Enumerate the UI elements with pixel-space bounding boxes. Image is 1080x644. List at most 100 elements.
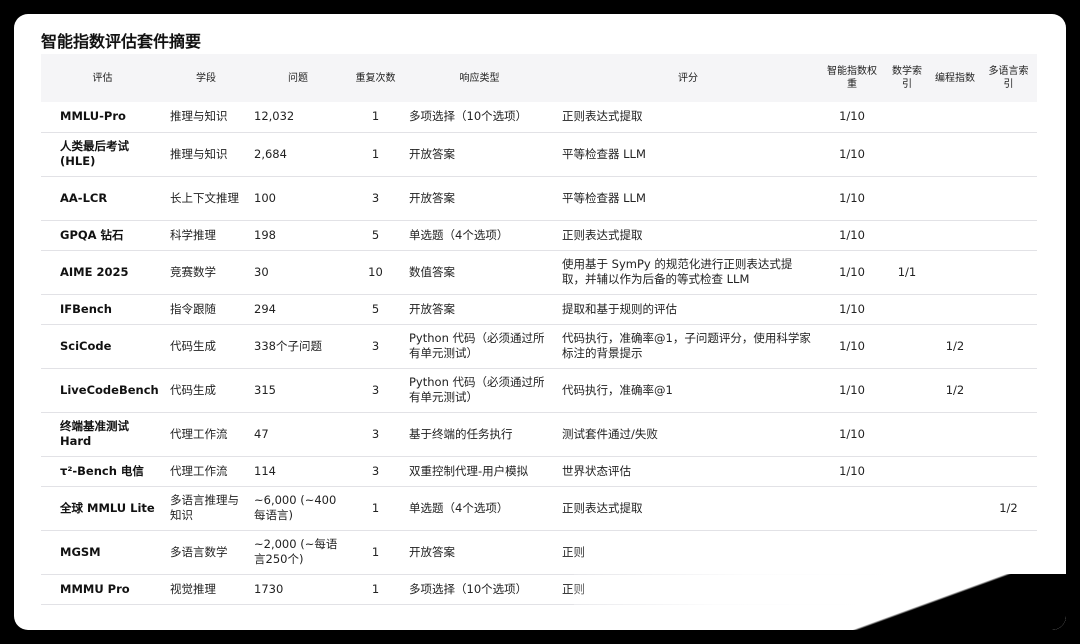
table-cell: 双重控制代理-用户模拟 [403,456,556,487]
column-header: 问题 [288,72,308,84]
benchmark-name-cell: IFBench [41,294,164,325]
column-header: 学段 [196,72,216,84]
table-cell: 3 [348,324,403,369]
table-cell [980,176,1037,221]
table-row: MMMU Pro 视觉推理 1730 1 多项选择（10个选项） 正则 [41,574,1037,605]
table-cell [884,456,930,487]
table-cell: 3 [348,456,403,487]
table-cell: 多项选择（10个选项） [403,102,556,133]
table-cell: 1/10 [820,456,884,487]
benchmark-name-cell: MGSM [41,530,164,575]
benchmark-name-cell: SciCode [41,324,164,369]
table-row: MGSM 多语言数学 ~2,000 (~每语言250个) 1 开放答案 正则 [41,530,1037,575]
table-cell: 1/10 [820,102,884,133]
table-cell: 基于终端的任务执行 [403,412,556,457]
table-cell: 竞赛数学 [164,250,248,295]
table-cell: 多项选择（10个选项） [403,574,556,605]
table-cell: 正则表达式提取 [556,102,820,133]
table-row: AIME 2025 竞赛数学 30 10 数值答案 使用基于 SymPy 的规范化进行正则… [41,250,1037,295]
table-cell: 1/2 [930,368,980,413]
table-row: IFBench 指令跟随 294 5 开放答案 提取和基于规则的评估 1/10 [41,294,1037,325]
table-cell: 5 [348,294,403,325]
table-cell: 1/10 [820,132,884,177]
table-cell: 正则 [556,574,820,605]
table-cell: 10 [348,250,403,295]
table-cell: 视觉推理 [164,574,248,605]
table-cell: 代码生成 [164,368,248,413]
table-cell: 3 [348,176,403,221]
table-cell: 代理工作流 [164,412,248,457]
table-cell: 1730 [248,574,348,605]
table-cell [930,220,980,251]
benchmark-name-cell: 终端基准测试 Hard [41,412,164,457]
column-header: 编程指数 [935,72,975,84]
table-cell [980,456,1037,487]
table-cell: 开放答案 [403,530,556,575]
table-cell: 测试套件通过/失败 [556,412,820,457]
table-cell [980,132,1037,177]
summary-card: 智能指数评估套件摘要 评估 学段 问题 重复次数 响应类型 评分 智能指数权重 … [14,14,1066,630]
column-header: 智能指数权重 [827,66,877,90]
benchmark-name-cell: MMMU Pro [41,574,164,605]
table-cell: 开放答案 [403,176,556,221]
table-cell: 1/10 [820,250,884,295]
table-cell: 开放答案 [403,132,556,177]
column-header: 评估 [92,72,113,84]
table-cell [930,176,980,221]
table-cell: 代理工作流 [164,456,248,487]
table-cell: 平等检查器 LLM [556,132,820,177]
table-cell: Python 代码（必须通过所有单元测试） [403,324,556,369]
table-cell [884,102,930,133]
benchmark-name-cell: GPQA 钻石 [41,220,164,251]
table-cell: 1 [348,102,403,133]
table-cell [980,368,1037,413]
table-cell: 推理与知识 [164,132,248,177]
table-cell: 1 [348,530,403,575]
table-cell [884,412,930,457]
table-cell: 1/10 [820,176,884,221]
table-cell: 1 [348,132,403,177]
benchmark-name-cell: τ²-Bench 电信 [41,456,164,487]
column-header: 数学索引 [892,66,922,90]
table-cell: 1/10 [820,368,884,413]
table-row: LiveCodeBench 代码生成 315 3 Python 代码（必须通过所有单元测… [41,368,1037,413]
table-cell [884,574,930,605]
table-cell [930,412,980,457]
table-cell [980,530,1037,575]
benchmark-name-cell: AIME 2025 [41,250,164,295]
table-cell: 1/10 [820,324,884,369]
table-cell: 科学推理 [164,220,248,251]
table-cell: 3 [348,412,403,457]
table-row: 全球 MMLU Lite 多语言推理与知识 ~6,000 (~400每语言) 1 单选题… [41,486,1037,531]
table-cell [884,132,930,177]
table-cell: 30 [248,250,348,295]
table-cell [884,368,930,413]
table-cell: 代码生成 [164,324,248,369]
table-cell: 数值答案 [403,250,556,295]
table-cell: 多语言数学 [164,530,248,575]
table-cell: 1/10 [820,412,884,457]
table-cell: 1/10 [820,294,884,325]
table-cell [820,486,884,531]
table-cell: 提取和基于规则的评估 [556,294,820,325]
table-header-row: 评估 学段 问题 重复次数 响应类型 评分 智能指数权重 数学索引 编程指数 多… [41,54,1037,102]
table-cell [884,324,930,369]
table-cell: 1 [348,486,403,531]
table-cell [930,250,980,295]
table-cell: 正则表达式提取 [556,220,820,251]
table-cell: 世界状态评估 [556,456,820,487]
table-cell: 1/10 [820,220,884,251]
table-cell [930,102,980,133]
table-cell: 100 [248,176,348,221]
table-cell [930,486,980,531]
table-cell: ~2,000 (~每语言250个) [248,530,348,575]
table-cell [930,294,980,325]
table-row: AA-LCR 长上下文推理 100 3 开放答案 平等检查器 LLM 1/10 [41,176,1037,221]
table-cell [930,530,980,575]
column-header: 重复次数 [355,72,396,84]
table-cell: 代码执行，准确率@1 [556,368,820,413]
table-cell: 1/2 [930,324,980,369]
benchmark-name-cell: MMLU-Pro [41,102,164,133]
table-cell [930,574,980,605]
table-cell: Python 代码（必须通过所有单元测试） [403,368,556,413]
